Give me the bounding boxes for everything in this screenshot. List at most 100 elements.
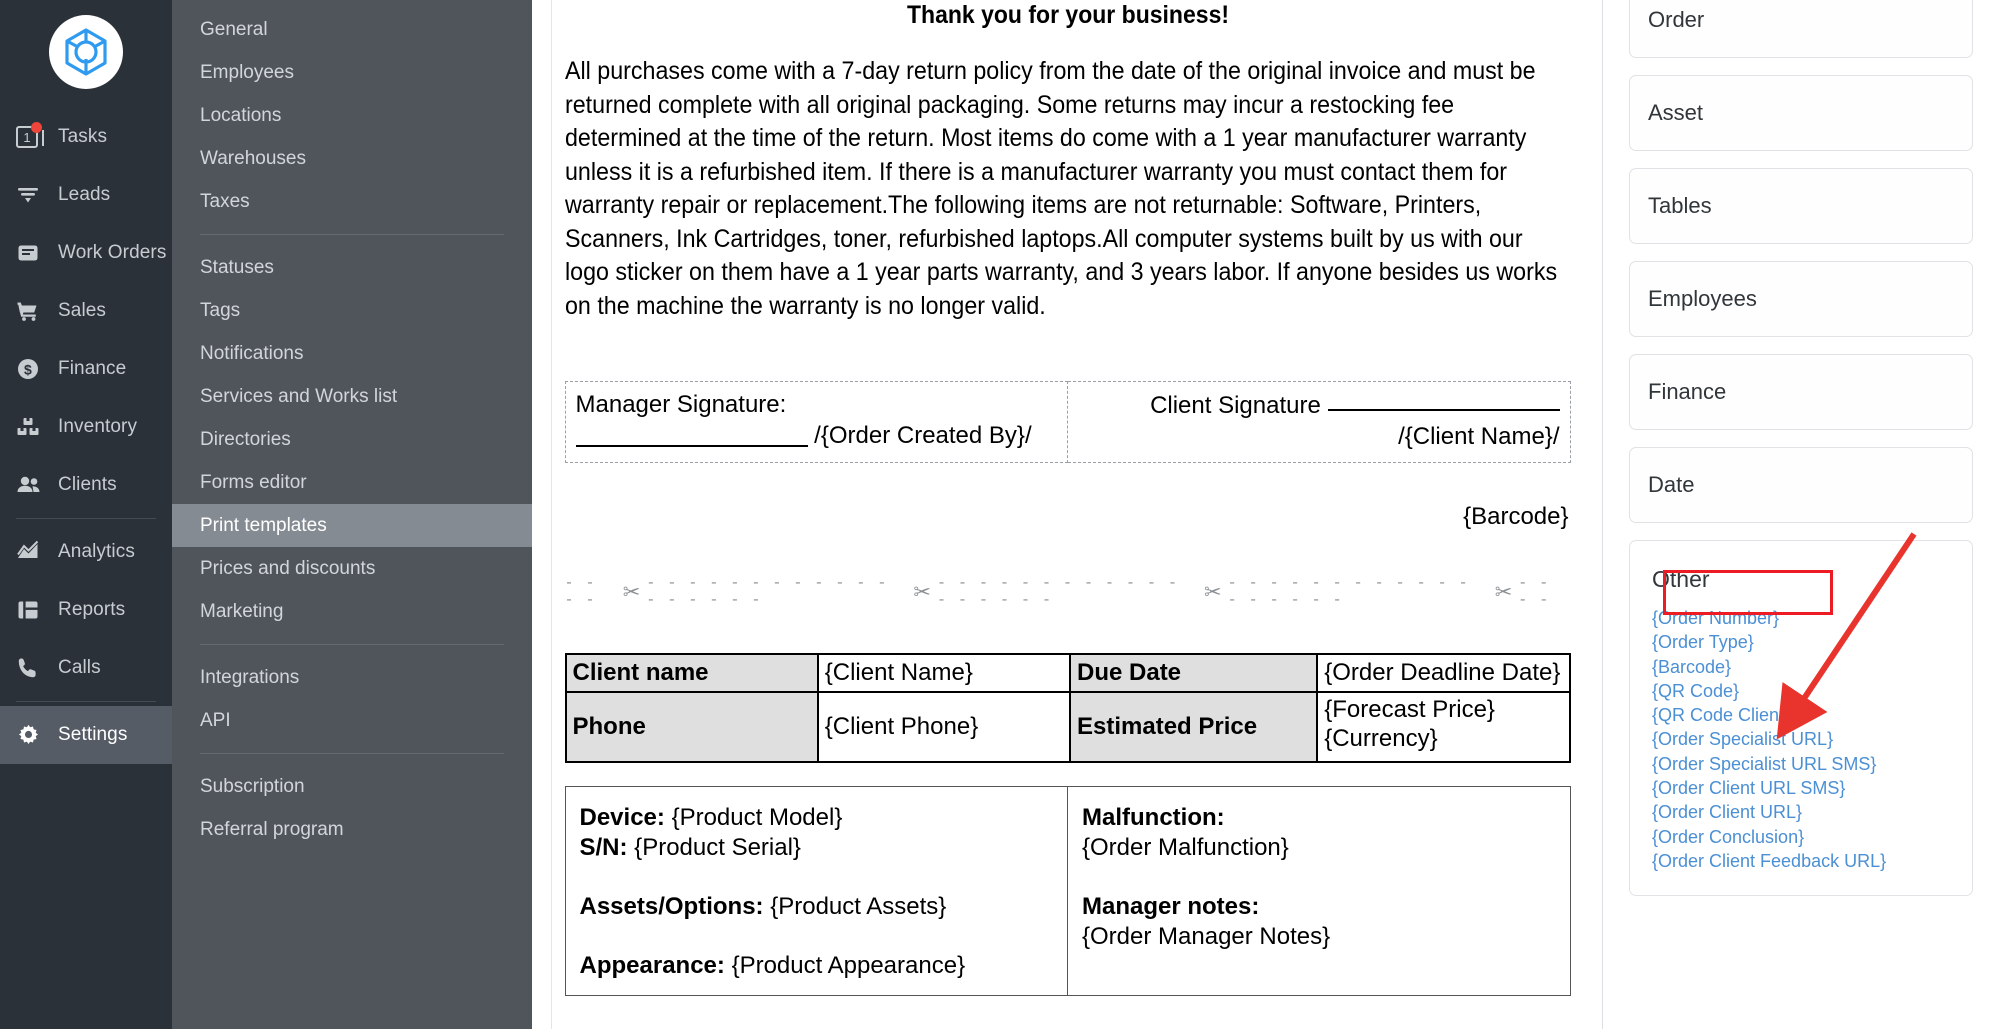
variable-order-conclusion[interactable]: {Order Conclusion} bbox=[1652, 825, 1950, 849]
boxes-icon bbox=[16, 415, 50, 439]
sidebar-item-label: Inventory bbox=[58, 416, 138, 437]
malfunction-value: {Order Malfunction} bbox=[1082, 834, 1289, 861]
sidebar-item-leads[interactable]: Leads bbox=[0, 166, 172, 224]
submenu-item-label: Integrations bbox=[200, 666, 300, 688]
submenu-item-directories[interactable]: Directories bbox=[172, 418, 532, 461]
variable-group-label: Order bbox=[1648, 7, 1705, 32]
manager-notes-label: Manager notes: bbox=[1082, 893, 1260, 920]
assets-value: {Product Assets} bbox=[770, 893, 947, 920]
device-details-table[interactable]: Device: {Product Model} S/N: {Product Se… bbox=[564, 786, 1571, 996]
submenu-item-warehouses[interactable]: Warehouses bbox=[172, 137, 532, 180]
sidebar-item-label: Work Orders bbox=[58, 242, 167, 263]
app-logo[interactable] bbox=[0, 0, 172, 104]
variable-qr-code-client[interactable]: {QR Code Client} bbox=[1652, 703, 1950, 727]
variable-group-tables[interactable]: Tables bbox=[1629, 168, 1973, 244]
submenu-item-general[interactable]: General bbox=[172, 8, 532, 51]
scissors-icon-1: ✂ bbox=[622, 580, 641, 604]
cell-phone-value: {Client Phone} bbox=[816, 691, 1072, 763]
manager-signature-placeholder: /{Order Created By}/ bbox=[814, 422, 1032, 449]
return-policy-paragraph: All purchases come with a 7-day return p… bbox=[564, 57, 1557, 320]
submenu-item-taxes[interactable]: Taxes bbox=[172, 180, 532, 223]
submenu-item-label: Services and Works list bbox=[200, 385, 398, 407]
notification-dot bbox=[31, 122, 42, 133]
submenu-divider-1 bbox=[200, 234, 504, 235]
submenu-item-print-templates[interactable]: Print templates bbox=[172, 504, 532, 547]
scissors-icon-2: ✂ bbox=[913, 580, 931, 604]
variable-barcode[interactable]: {Barcode} bbox=[1652, 655, 1950, 679]
sidebar-item-label: Reports bbox=[58, 599, 126, 620]
variable-group-label: Tables bbox=[1648, 193, 1712, 218]
inbox-icon bbox=[16, 241, 50, 265]
variable-group-finance[interactable]: Finance bbox=[1629, 354, 1973, 430]
variable-qr-code[interactable]: {QR Code} bbox=[1652, 679, 1950, 703]
cell-estimated-price-value: {Forecast Price} {Currency} bbox=[1316, 691, 1571, 763]
sidebar-item-tasks[interactable]: 1 Tasks bbox=[0, 108, 172, 166]
tasks-icon: 1 bbox=[16, 122, 50, 148]
sidebar-item-work-orders[interactable]: Work Orders bbox=[0, 224, 172, 282]
variable-order-client-url-sms[interactable]: {Order Client URL SMS} bbox=[1652, 776, 1950, 800]
sidebar-item-calls[interactable]: Calls bbox=[0, 639, 172, 697]
manager-signature-line bbox=[575, 425, 808, 447]
sidebar-item-settings[interactable]: Settings bbox=[0, 706, 172, 764]
funnel-icon bbox=[16, 183, 50, 207]
submenu-item-integrations[interactable]: Integrations bbox=[172, 656, 532, 699]
variable-group-employees[interactable]: Employees bbox=[1629, 261, 1973, 337]
variable-group-order[interactable]: Order bbox=[1629, 0, 1973, 58]
cutline-dash-1: - - - - bbox=[564, 575, 597, 609]
submenu-item-marketing[interactable]: Marketing bbox=[172, 590, 532, 633]
submenu-item-referral-program[interactable]: Referral program bbox=[172, 808, 532, 851]
sidebar-item-reports[interactable]: Reports bbox=[0, 581, 172, 639]
table-row: Client name {Client Name} Due Date {Orde… bbox=[564, 653, 1571, 693]
variable-group-asset[interactable]: Asset bbox=[1629, 75, 1973, 151]
sidebar-item-finance[interactable]: $ Finance bbox=[0, 340, 172, 398]
submenu-item-label: Warehouses bbox=[200, 147, 306, 169]
gear-icon bbox=[16, 723, 50, 748]
other-group-title: Other bbox=[1652, 566, 1710, 592]
submenu-item-label: API bbox=[200, 709, 231, 731]
sidebar-item-inventory[interactable]: Inventory bbox=[0, 398, 172, 456]
submenu-item-locations[interactable]: Locations bbox=[172, 94, 532, 137]
submenu-item-employees[interactable]: Employees bbox=[172, 51, 532, 94]
cell-phone-label: Phone bbox=[564, 691, 819, 763]
chart-area-icon bbox=[16, 540, 50, 564]
sidebar-item-clients[interactable]: Clients bbox=[0, 456, 172, 514]
submenu-item-services-works[interactable]: Services and Works list bbox=[172, 375, 532, 418]
submenu-item-statuses[interactable]: Statuses bbox=[172, 246, 532, 289]
variable-group-date[interactable]: Date bbox=[1629, 447, 1973, 523]
sidebar-item-label: Tasks bbox=[58, 126, 108, 147]
variable-order-client-url[interactable]: {Order Client URL} bbox=[1652, 800, 1950, 824]
submenu-item-tags[interactable]: Tags bbox=[172, 289, 532, 332]
submenu-item-api[interactable]: API bbox=[172, 699, 532, 742]
sidebar-divider-2 bbox=[16, 701, 156, 702]
variable-order-type[interactable]: {Order Type} bbox=[1652, 630, 1950, 654]
cut-line: - - - - ✂ - - - - - - - - - - - - - - - … bbox=[565, 575, 1571, 609]
tasks-clip-stem bbox=[42, 130, 44, 146]
print-template-page[interactable]: Thank you for your business! All purchas… bbox=[553, 0, 1583, 1029]
submenu-item-label: Marketing bbox=[200, 600, 284, 622]
submenu-item-notifications[interactable]: Notifications bbox=[172, 332, 532, 375]
sidebar-item-analytics[interactable]: Analytics bbox=[0, 523, 172, 581]
variable-order-specialist-url[interactable]: {Order Specialist URL} bbox=[1652, 727, 1950, 751]
variable-order-number[interactable]: {Order Number} bbox=[1652, 606, 1950, 630]
client-signature-cell[interactable]: Client Signature /{Client Name}/ bbox=[1067, 381, 1571, 463]
submenu-item-prices-discounts[interactable]: Prices and discounts bbox=[172, 547, 532, 590]
sidebar-item-label: Settings bbox=[58, 724, 128, 745]
sidebar-item-sales[interactable]: Sales bbox=[0, 282, 172, 340]
sidebar-item-label: Clients bbox=[58, 474, 117, 495]
submenu-item-label: Locations bbox=[200, 104, 282, 126]
submenu-item-label: Statuses bbox=[200, 256, 274, 278]
submenu-item-forms-editor[interactable]: Forms editor bbox=[172, 461, 532, 504]
sidebar-item-list: 1 Tasks Leads Work Orders Sales $ Financ… bbox=[0, 104, 172, 764]
phone-icon bbox=[16, 656, 50, 680]
submenu-divider-2 bbox=[200, 644, 504, 645]
manager-signature-cell[interactable]: Manager Signature: /{Order Created By}/ bbox=[564, 381, 1068, 463]
appearance-value: {Product Appearance} bbox=[731, 952, 966, 979]
variable-order-specialist-url-sms[interactable]: {Order Specialist URL SMS} bbox=[1652, 752, 1950, 776]
variable-order-client-feedback-url[interactable]: {Order Client Feedback URL} bbox=[1652, 849, 1950, 873]
sidebar-item-label: Leads bbox=[58, 184, 111, 205]
client-summary-table[interactable]: Client name {Client Name} Due Date {Orde… bbox=[564, 653, 1571, 763]
submenu-item-subscription[interactable]: Subscription bbox=[172, 765, 532, 808]
submenu-item-label: Forms editor bbox=[200, 471, 307, 493]
